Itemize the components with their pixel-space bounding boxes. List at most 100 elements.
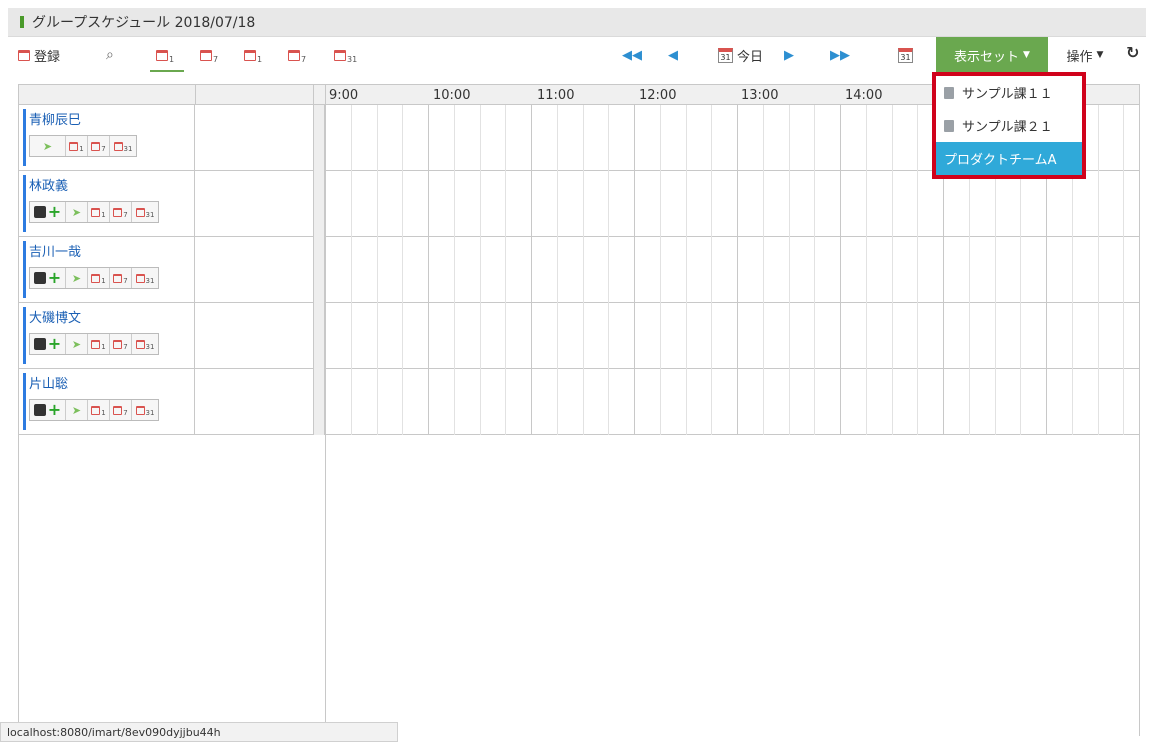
user-day-view-button[interactable]: 1 xyxy=(88,268,110,288)
plus-icon: + xyxy=(47,268,62,287)
view-subscript: 1 xyxy=(79,145,84,153)
left-arrow-icon: ◀ xyxy=(668,47,678,63)
user-day-view-button[interactable]: 1 xyxy=(88,400,110,420)
view-subscript: 31 xyxy=(347,54,358,64)
time-grid-line xyxy=(1098,105,1099,435)
user-cell: 林政義 + ➤ 1 7 31 xyxy=(19,171,195,236)
view-week-group-button[interactable]: 7 xyxy=(200,43,218,67)
user-row: 林政義 + ➤ 1 7 31 xyxy=(19,171,1139,237)
time-grid-line xyxy=(737,105,738,435)
user-week-view-button[interactable]: 7 xyxy=(110,202,132,222)
time-grid-line xyxy=(351,105,352,435)
send-message-button[interactable]: ➤ xyxy=(66,400,88,420)
view-day-button[interactable]: 1 xyxy=(244,43,262,67)
user-accent-bar xyxy=(23,241,26,298)
next-week-button[interactable]: ▶▶ xyxy=(830,43,850,67)
time-grid-line xyxy=(892,105,893,435)
user-notes-cell[interactable] xyxy=(195,303,313,368)
today-button[interactable]: 31 今日 xyxy=(718,43,763,67)
send-message-button[interactable]: ➤ xyxy=(30,136,66,156)
calendar-day-number: 31 xyxy=(900,52,911,62)
user-day-view-button[interactable]: 1 xyxy=(88,202,110,222)
caret-down-icon: ▼ xyxy=(1023,50,1030,60)
display-set-label: 表示セット xyxy=(954,49,1020,65)
user-name-link[interactable]: 大磯博文 xyxy=(29,307,81,326)
send-message-button[interactable]: ➤ xyxy=(66,202,88,222)
time-grid-line xyxy=(583,105,584,435)
right-arrow-icon: ▶ xyxy=(784,47,794,63)
user-day-view-button[interactable]: 1 xyxy=(88,334,110,354)
add-facility-button[interactable]: + xyxy=(30,400,66,420)
time-grid-line xyxy=(557,105,558,435)
user-name-link[interactable]: 林政義 xyxy=(29,175,68,194)
header-divider xyxy=(195,85,196,105)
user-week-view-button[interactable]: 7 xyxy=(88,136,110,156)
hour-label: 12:00 xyxy=(639,88,677,103)
user-notes-cell[interactable] xyxy=(195,105,313,170)
time-grid-line xyxy=(660,105,661,435)
refresh-icon[interactable]: ↻ xyxy=(1126,43,1139,62)
calendar-day-icon xyxy=(69,141,79,151)
today-label: 今日 xyxy=(737,49,764,65)
calendar-month-icon xyxy=(135,339,145,349)
calendar-month-icon xyxy=(135,405,145,415)
view-month-button[interactable]: 31 xyxy=(334,43,357,67)
row-scroll-track[interactable] xyxy=(313,105,325,435)
user-notes-cell[interactable] xyxy=(195,369,313,434)
user-month-view-button[interactable]: 31 xyxy=(132,268,158,288)
time-grid-line xyxy=(711,105,712,435)
register-button[interactable]: 登録 xyxy=(18,43,60,67)
view-day-group-button[interactable]: 1 xyxy=(156,43,174,67)
date-picker-button[interactable]: 31 xyxy=(898,43,913,67)
user-month-view-button[interactable]: 31 xyxy=(132,400,158,420)
time-grid-line xyxy=(686,105,687,435)
user-month-view-button[interactable]: 31 xyxy=(132,334,158,354)
operations-button[interactable]: 操作 ▼ xyxy=(1050,37,1120,73)
user-name-link[interactable]: 片山聡 xyxy=(29,373,68,392)
add-facility-button[interactable]: + xyxy=(30,268,66,288)
user-week-view-button[interactable]: 7 xyxy=(110,268,132,288)
display-set-button[interactable]: 表示セット ▼ xyxy=(936,37,1048,73)
send-message-button[interactable]: ➤ xyxy=(66,334,88,354)
dropdown-item-product-team[interactable]: プロダクトチームA xyxy=(936,142,1082,175)
view-subscript: 31 xyxy=(145,343,155,351)
user-action-bar: + ➤ 1 7 31 xyxy=(29,333,159,355)
view-week-button[interactable]: 7 xyxy=(288,43,306,67)
view-subscript: 1 xyxy=(257,54,263,64)
calendar-week-icon xyxy=(113,273,123,283)
user-notes-cell[interactable] xyxy=(195,171,313,236)
hour-label: 10:00 xyxy=(433,88,471,103)
calendar-today-icon: 31 xyxy=(718,47,733,63)
calendar-week-icon xyxy=(288,49,300,61)
plus-icon: + xyxy=(47,202,62,221)
user-name-link[interactable]: 吉川一哉 xyxy=(29,241,81,260)
prev-day-button[interactable]: ◀ xyxy=(668,43,678,67)
next-day-button[interactable]: ▶ xyxy=(784,43,794,67)
add-facility-button[interactable]: + xyxy=(30,202,66,222)
display-set-dropdown: サンプル課１１ サンプル課２１ プロダクトチームA xyxy=(932,72,1086,179)
cube-icon xyxy=(33,404,46,416)
search-schedule-button[interactable]: ⌕ xyxy=(106,43,114,67)
time-grid-line xyxy=(763,105,764,435)
user-notes-cell[interactable] xyxy=(195,237,313,302)
view-subscript: 31 xyxy=(123,145,133,153)
user-action-bar: + ➤ 1 7 31 xyxy=(29,201,159,223)
cube-icon xyxy=(33,206,46,218)
user-week-view-button[interactable]: 7 xyxy=(110,334,132,354)
time-grid-line xyxy=(840,105,841,435)
add-facility-button[interactable]: + xyxy=(30,334,66,354)
send-message-button[interactable]: ➤ xyxy=(66,268,88,288)
user-month-view-button[interactable]: 31 xyxy=(132,202,158,222)
dropdown-item-sample-11[interactable]: サンプル課１１ xyxy=(936,76,1082,109)
user-name-link[interactable]: 青柳辰巳 xyxy=(29,109,81,128)
prev-week-button[interactable]: ◀◀ xyxy=(622,43,642,67)
user-week-view-button[interactable]: 7 xyxy=(110,400,132,420)
user-month-view-button[interactable]: 31 xyxy=(110,136,136,156)
view-subscript: 7 xyxy=(301,54,307,64)
dropdown-item-sample-21[interactable]: サンプル課２１ xyxy=(936,109,1082,142)
active-view-indicator xyxy=(150,70,184,72)
view-subscript: 31 xyxy=(145,277,155,285)
user-day-view-button[interactable]: 1 xyxy=(66,136,88,156)
calendar-month-icon xyxy=(135,273,145,283)
calendar-week-icon xyxy=(113,207,123,217)
